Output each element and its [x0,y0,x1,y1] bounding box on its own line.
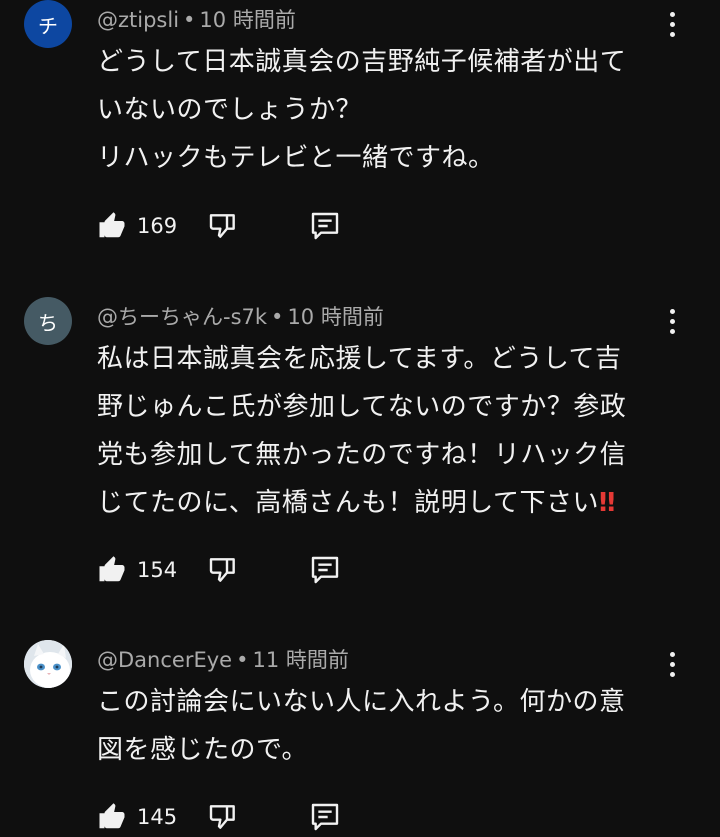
comment-time[interactable]: 10 時間前 [199,8,295,32]
like-button[interactable]: 145 [97,797,177,837]
thumbs-down-icon [209,214,235,238]
more-options-icon[interactable] [660,6,684,42]
comment-time[interactable]: 11 時間前 [252,648,348,672]
avatar-letter: チ [38,13,58,38]
comment-text: 私は日本誠真会を応援してます。どうして吉 野じゅんこ氏が参加してないのですか？参… [97,335,667,527]
like-count: 154 [137,558,178,582]
more-options-icon[interactable] [660,303,684,339]
thumbs-up-icon [99,556,125,582]
comment-meta: @DancerEye • 11 時間前 [97,644,349,674]
avatar[interactable] [24,640,72,688]
reply-icon [311,556,339,584]
comment-text-body: 私は日本誠真会を応援してます。どうして吉 野じゅんこ氏が参加してないのですか？参… [97,344,627,518]
comment-meta: @ちーちゃん-s7k • 10 時間前 [97,301,384,331]
double-exclamation-emoji: ‼ [598,488,616,518]
white-cat-avatar-icon [24,640,72,688]
like-count: 169 [137,214,178,238]
comment-author[interactable]: @DancerEye [97,648,232,672]
separator: • [271,305,284,329]
comment-author[interactable]: @ちーちゃん-s7k [97,305,267,329]
reply-button[interactable] [309,210,341,242]
thumbs-down-icon [209,805,235,829]
comment-actions: 154 [97,550,357,590]
dislike-button[interactable] [207,554,239,586]
like-count: 145 [137,805,178,829]
more-options-icon[interactable] [660,646,684,682]
thumbs-down-icon [209,558,235,582]
comment-author[interactable]: @ztipsli [97,8,179,32]
avatar[interactable]: ち [24,297,72,345]
avatar[interactable]: チ [24,0,72,48]
like-button[interactable]: 154 [97,550,177,590]
comment-actions: 169 [97,206,357,246]
thumbs-up-icon [99,212,125,238]
separator: • [183,8,196,32]
comment-text: この討論会にいない人に入れよう。何かの意 図を感じたので。 [97,687,626,765]
reply-icon [311,803,339,831]
dislike-button[interactable] [207,210,239,242]
comment-text: どうして日本誠真会の吉野純子候補者が出て いないのでしょうか？ リハックもテレビ… [97,47,627,173]
thumbs-up-icon [99,803,125,829]
dislike-button[interactable] [207,801,239,833]
separator: • [236,648,249,672]
comment-actions: 145 [97,797,357,837]
avatar-letter: ち [38,310,58,335]
reply-button[interactable] [309,801,341,833]
reply-icon [311,212,339,240]
like-button[interactable]: 169 [97,206,177,246]
comment-time[interactable]: 10 時間前 [287,305,383,329]
reply-button[interactable] [309,554,341,586]
comment-meta: @ztipsli • 10 時間前 [97,4,296,34]
